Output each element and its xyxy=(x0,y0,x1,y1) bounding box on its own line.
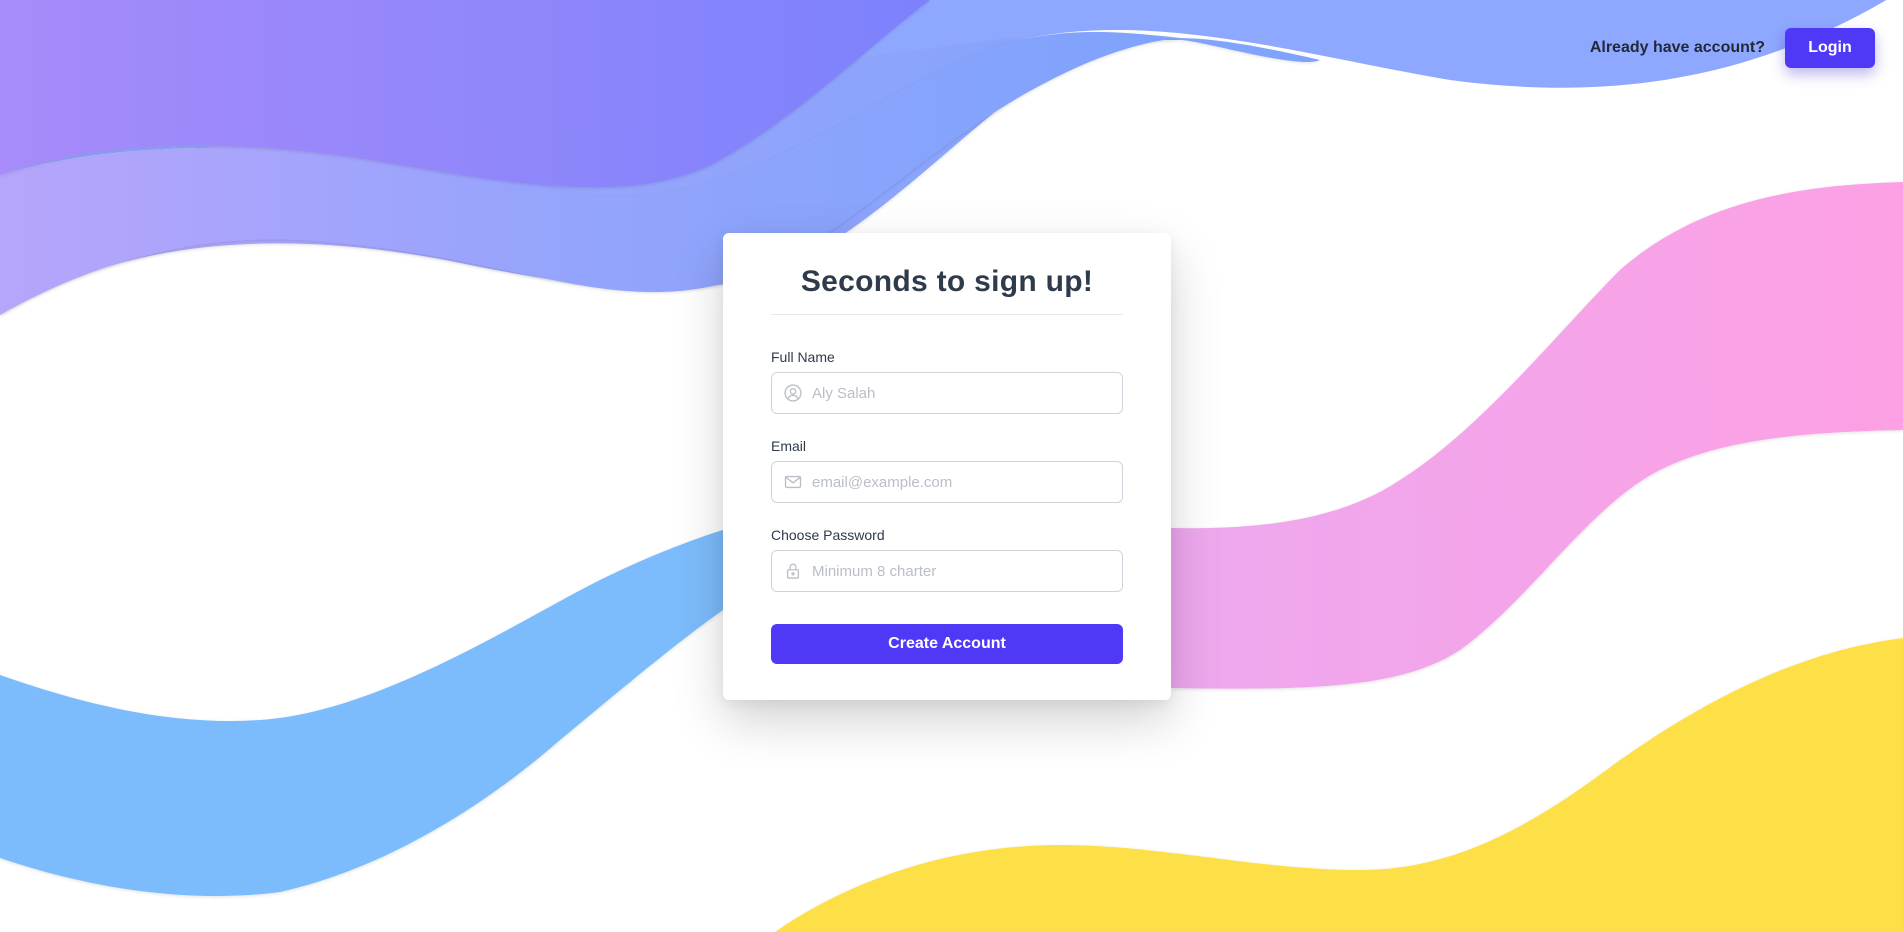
full-name-label: Full Name xyxy=(771,349,835,365)
email-label: Email xyxy=(771,438,807,454)
lock-icon xyxy=(786,563,800,579)
form-title: Seconds to sign up! xyxy=(800,265,1094,298)
password-input[interactable] xyxy=(812,551,1112,591)
password-input-wrapper[interactable] xyxy=(771,550,1123,592)
email-field: Email xyxy=(771,438,1123,503)
full-name-input-wrapper[interactable] xyxy=(771,372,1123,414)
full-name-field: Full Name xyxy=(771,349,1123,414)
user-circle-icon xyxy=(784,384,802,402)
email-input[interactable] xyxy=(812,462,1112,502)
signup-card: Seconds to sign up! Full Name Email Choo… xyxy=(723,233,1171,700)
email-input-wrapper[interactable] xyxy=(771,461,1123,503)
top-bar: Already have account? Login xyxy=(1590,28,1875,68)
wave-band-blue xyxy=(0,530,723,897)
title-divider xyxy=(771,314,1123,315)
login-prompt: Already have account? xyxy=(1589,39,1765,56)
wave-band-pink xyxy=(1171,182,1903,689)
envelope-icon xyxy=(784,475,802,489)
create-account-button[interactable]: Create Account xyxy=(771,624,1123,664)
password-field: Choose Password xyxy=(771,527,1123,592)
login-button[interactable]: Login xyxy=(1785,28,1875,68)
full-name-input[interactable] xyxy=(812,373,1112,413)
password-label: Choose Password xyxy=(771,527,885,543)
